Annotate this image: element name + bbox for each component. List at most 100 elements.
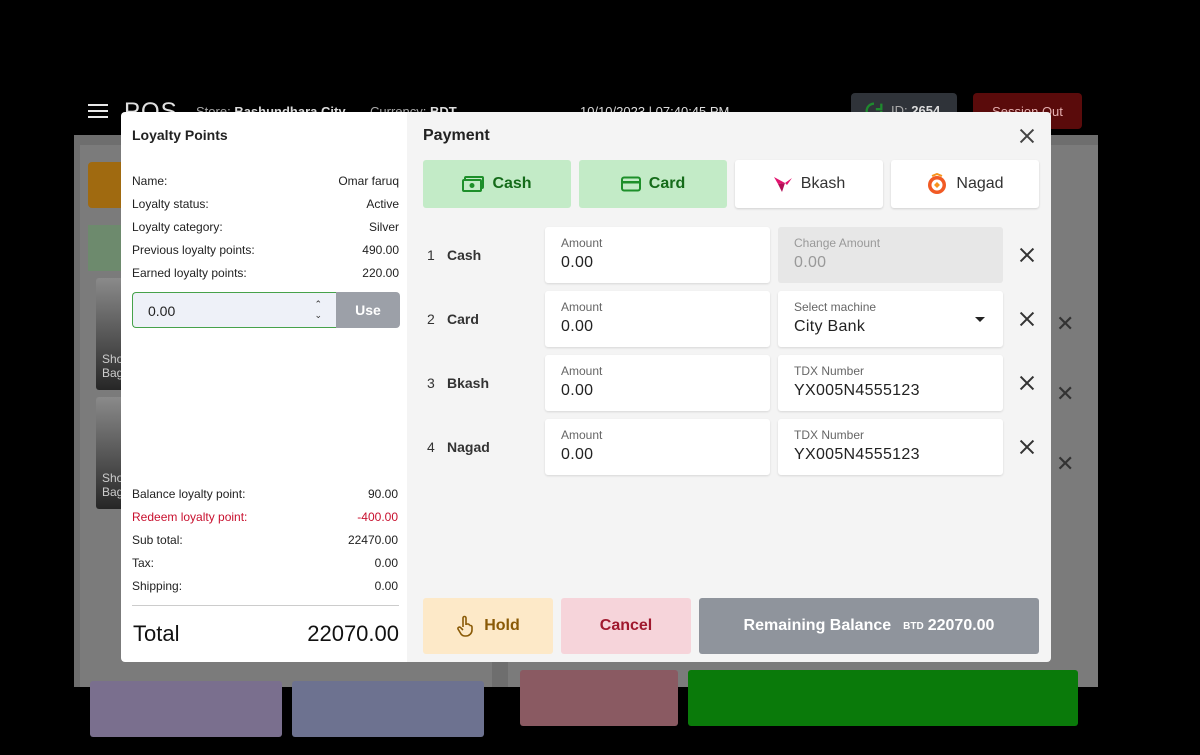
method-bkash-button[interactable]: Bkash: [735, 160, 883, 208]
info-value: 490.00: [362, 243, 399, 257]
summary-label: Sub total:: [132, 533, 183, 547]
use-points-button[interactable]: Use: [336, 292, 400, 328]
payment-panel: Payment Cash Card Bkash Nagad 1 Cash Amo…: [407, 112, 1051, 662]
bkash-amount-field[interactable]: Amount 0.00: [545, 355, 770, 411]
pos-screen: POS Store: Bashundhara City Currency: BD…: [0, 0, 1200, 755]
field-label: Amount: [561, 364, 603, 378]
field-label: Change Amount: [794, 236, 881, 250]
footer-button[interactable]: [90, 681, 282, 737]
loyalty-panel: Loyalty Points Name: Omar faruq Loyalty s…: [121, 112, 407, 662]
row-method-name: Nagad: [447, 439, 490, 455]
stepper-arrows-icon[interactable]: ⌃ ⌄: [314, 299, 322, 321]
bkash-logo-icon: [773, 175, 793, 193]
cash-amount-field[interactable]: Amount 0.00: [545, 227, 770, 283]
info-value: Active: [366, 197, 399, 211]
summary-row: Sub total: 22470.00: [132, 533, 398, 547]
hold-label: Hold: [484, 617, 520, 634]
summary-row: Balance loyalty point: 90.00: [132, 487, 398, 501]
remove-row-icon[interactable]: [1016, 436, 1038, 458]
info-value: Omar faruq: [338, 174, 399, 188]
dropdown-caret-icon: [975, 317, 985, 322]
summary-row: Shipping: 0.00: [132, 579, 398, 593]
nagad-logo-icon: [926, 173, 948, 195]
field-label: Amount: [561, 300, 603, 314]
checkout-button[interactable]: [688, 670, 1078, 726]
select-machine-dropdown[interactable]: Select machine City Bank: [778, 291, 1003, 347]
total-label: Total: [133, 621, 180, 646]
loyalty-points-input[interactable]: 0.00 ⌃ ⌄: [132, 292, 336, 328]
close-icon[interactable]: ✕: [1056, 311, 1074, 337]
summary-label: Redeem loyalty point:: [132, 510, 248, 524]
row-method-name: Card: [447, 311, 479, 327]
info-label: Earned loyalty points:: [132, 266, 247, 280]
field-value: 0.00: [561, 254, 594, 271]
method-label: Bkash: [800, 175, 846, 192]
field-label: TDX Number: [794, 428, 865, 442]
remove-row-icon[interactable]: [1016, 244, 1038, 266]
summary-row: Tax: 0.00: [132, 556, 398, 570]
card-amount-field[interactable]: Amount 0.00: [545, 291, 770, 347]
loyalty-points-value: 0.00: [148, 303, 176, 319]
method-label: Cash: [492, 175, 532, 192]
cash-icon: [462, 176, 485, 192]
loyalty-info-row: Loyalty status: Active: [132, 197, 399, 211]
summary-row-redeem: Redeem loyalty point: -400.00: [132, 510, 398, 524]
row-method-name: Bkash: [447, 375, 490, 391]
info-label: Loyalty category:: [132, 220, 223, 234]
row-number: 4: [427, 439, 435, 455]
info-label: Previous loyalty points:: [132, 243, 255, 257]
summary-label: Tax:: [132, 556, 155, 570]
summary-value: 90.00: [367, 487, 398, 501]
field-value: YX005N4555123: [794, 382, 920, 399]
remaining-currency: BTD: [903, 620, 924, 632]
field-value: 0.00: [561, 318, 594, 335]
summary-label: Shipping:: [132, 579, 183, 593]
loyalty-info-row: Name: Omar faruq: [132, 174, 399, 188]
info-label: Loyalty status:: [132, 197, 209, 211]
remaining-value: 22070.00: [927, 617, 995, 634]
close-icon[interactable]: [1016, 125, 1038, 147]
method-label: Card: [648, 175, 686, 192]
loyalty-info-row: Loyalty category: Silver: [132, 220, 399, 234]
field-label: TDX Number: [794, 364, 865, 378]
footer-button[interactable]: [292, 681, 484, 737]
divider: [132, 605, 399, 606]
nagad-tdx-field[interactable]: TDX Number YX005N4555123: [778, 419, 1003, 475]
payment-title: Payment: [423, 127, 490, 144]
summary-label: Balance loyalty point:: [132, 487, 246, 501]
total-row: Total 22070.00: [133, 621, 399, 647]
method-cash-button[interactable]: Cash: [423, 160, 571, 208]
hold-button[interactable]: Hold: [423, 598, 553, 654]
summary-value: -400.00: [357, 510, 398, 524]
field-value: YX005N4555123: [794, 446, 920, 463]
field-value: City Bank: [794, 318, 866, 335]
method-nagad-button[interactable]: Nagad: [891, 160, 1039, 208]
close-icon[interactable]: ✕: [1056, 381, 1074, 407]
close-icon[interactable]: ✕: [1056, 451, 1074, 477]
loyalty-redeem-control: 0.00 ⌃ ⌄ Use: [132, 292, 400, 328]
row-number: 3: [427, 375, 435, 391]
loyalty-info-row: Earned loyalty points: 220.00: [132, 266, 399, 280]
hamburger-menu-icon[interactable]: [88, 104, 108, 122]
method-label: Nagad: [956, 175, 1004, 192]
cancel-button[interactable]: Cancel: [561, 598, 691, 654]
field-value: 0.00: [794, 254, 827, 271]
method-card-button[interactable]: Card: [579, 160, 727, 208]
summary-value: 22470.00: [347, 533, 398, 547]
field-label: Select machine: [794, 300, 877, 314]
field-label: Amount: [561, 236, 603, 250]
footer-button[interactable]: [520, 670, 678, 726]
field-label: Amount: [561, 428, 603, 442]
credit-card-icon: [620, 176, 641, 192]
summary-value: 0.00: [374, 579, 398, 593]
nagad-amount-field[interactable]: Amount 0.00: [545, 419, 770, 475]
row-number: 1: [427, 247, 435, 263]
row-method-name: Cash: [447, 247, 482, 263]
bkash-tdx-field[interactable]: TDX Number YX005N4555123: [778, 355, 1003, 411]
remaining-balance-button[interactable]: Remaining Balance BTD 22070.00: [699, 598, 1039, 654]
summary-value: 0.00: [374, 556, 398, 570]
info-label: Name:: [132, 174, 168, 188]
remove-row-icon[interactable]: [1016, 308, 1038, 330]
field-value: 0.00: [561, 382, 594, 399]
remove-row-icon[interactable]: [1016, 372, 1038, 394]
